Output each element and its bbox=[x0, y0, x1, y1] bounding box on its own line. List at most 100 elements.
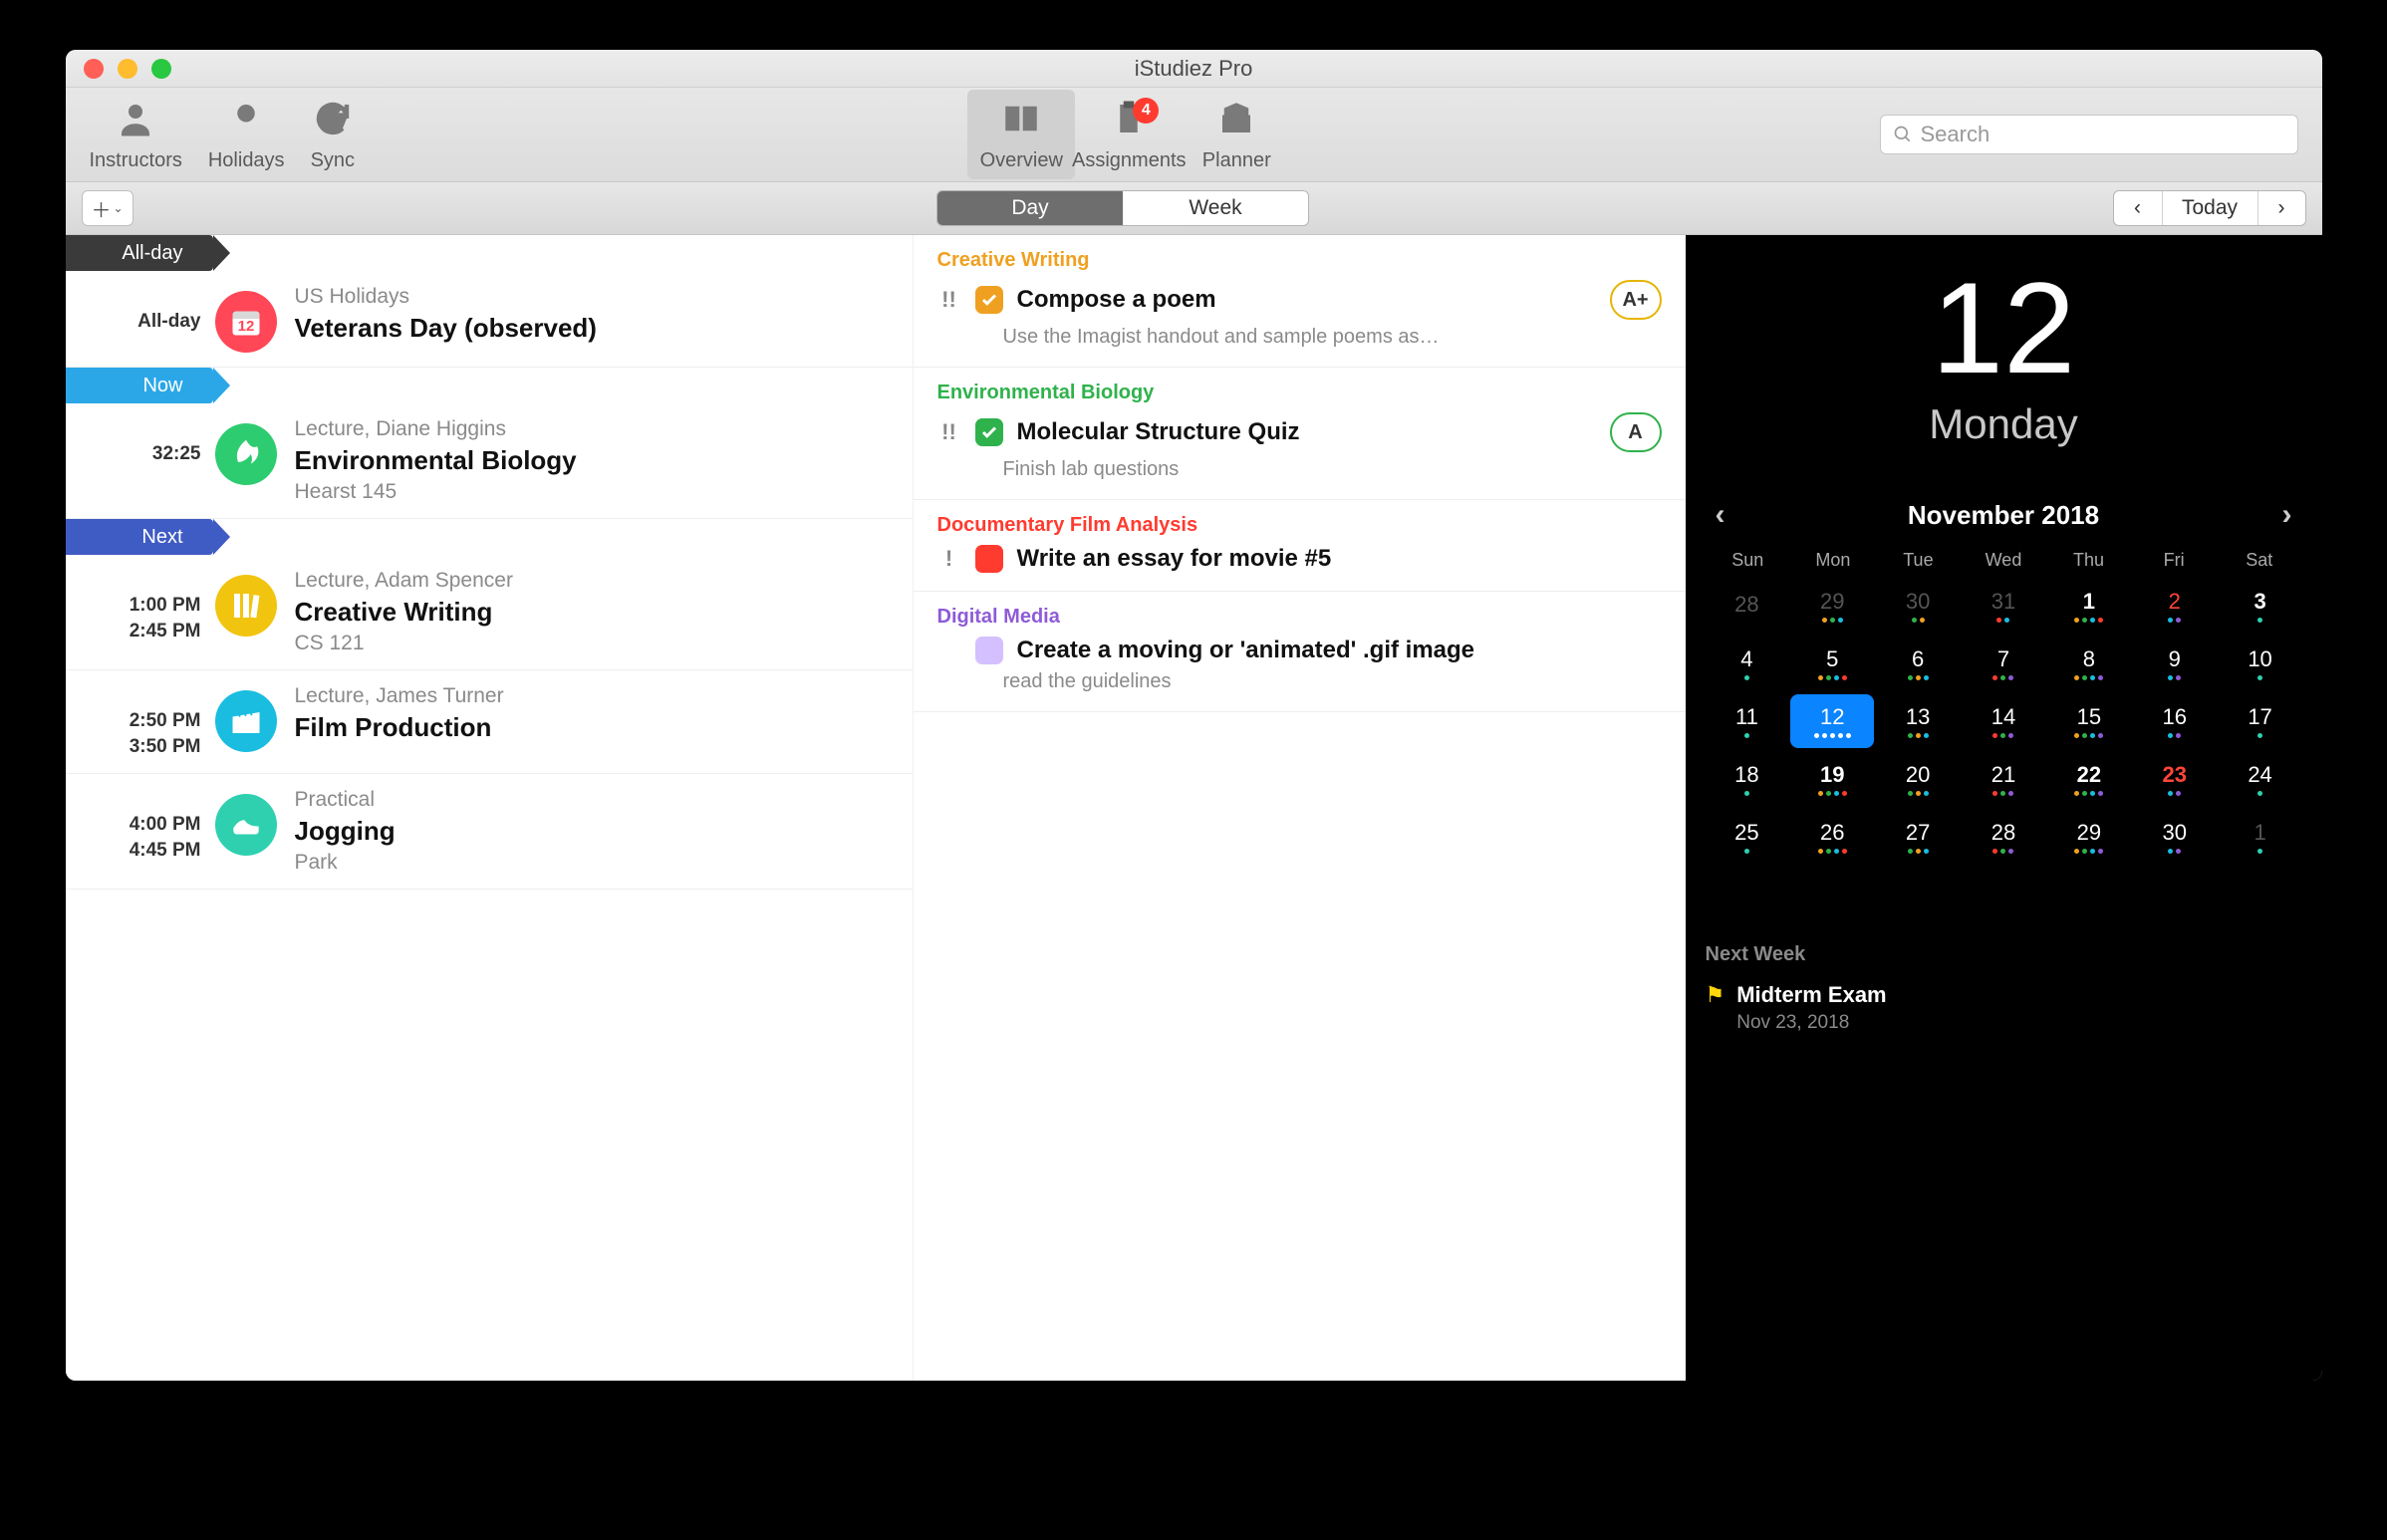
checkbox[interactable] bbox=[975, 286, 1003, 314]
calendar-day[interactable]: 18 bbox=[1706, 752, 1789, 806]
calendar-day[interactable]: 28 bbox=[1962, 810, 2045, 864]
event-dots bbox=[2257, 733, 2262, 738]
calendar-day[interactable]: 29 bbox=[2047, 810, 2131, 864]
toolbar-holidays[interactable]: Holidays bbox=[208, 98, 285, 172]
calendar-day[interactable]: 30 bbox=[2133, 810, 2217, 864]
marker-label: All-day bbox=[66, 235, 213, 271]
calendar-day[interactable]: 27 bbox=[1876, 810, 1960, 864]
event-dots bbox=[2257, 791, 2262, 796]
weekday-label: Mon bbox=[1790, 550, 1876, 571]
calendar-header: ‹ November 2018 › bbox=[1706, 498, 2302, 532]
content: All-day All-day 12 US Holidays Veterans … bbox=[66, 235, 2322, 1381]
task-row[interactable]: Creative Writing !! Compose a poem A+ Us… bbox=[914, 235, 1686, 368]
next-week-section: Next Week ⚑ Midterm Exam Nov 23, 2018 bbox=[1706, 943, 2302, 1034]
instructors-icon bbox=[115, 98, 156, 145]
day-number: 28 bbox=[1734, 592, 1758, 618]
today-button[interactable]: Today bbox=[2162, 191, 2257, 225]
schedule-row[interactable]: 4:00 PM4:45 PM Practical Jogging Park bbox=[66, 774, 913, 890]
task-row[interactable]: Documentary Film Analysis ! Write an ess… bbox=[914, 500, 1686, 592]
tab-planner[interactable]: Planner bbox=[1183, 90, 1290, 179]
search-input[interactable]: Search bbox=[1880, 115, 2298, 154]
calendar-day[interactable]: 24 bbox=[2219, 752, 2302, 806]
add-button[interactable]: ＋ ⌄ bbox=[82, 190, 133, 226]
event-title: Film Production bbox=[295, 712, 895, 743]
upcoming-title: Midterm Exam bbox=[1736, 982, 1886, 1008]
calendar-day[interactable]: 8 bbox=[2047, 637, 2131, 690]
event-time: All-day bbox=[66, 285, 215, 335]
calendar-day[interactable]: 17 bbox=[2219, 694, 2302, 748]
day-number: 11 bbox=[1735, 704, 1758, 730]
prev-month-button[interactable]: ‹ bbox=[1716, 498, 1725, 532]
toolbar-sync[interactable]: Sync bbox=[311, 98, 355, 172]
event-dots bbox=[1992, 733, 2013, 738]
toolbar-instructors[interactable]: Instructors bbox=[90, 98, 182, 172]
event-dots bbox=[1744, 791, 1749, 796]
calendar-day[interactable]: 7 bbox=[1962, 637, 2045, 690]
event-dots bbox=[1992, 849, 2013, 854]
task-row[interactable]: Digital Media Create a moving or 'animat… bbox=[914, 592, 1686, 712]
calendar-day[interactable]: 6 bbox=[1876, 637, 1960, 690]
calendar-day[interactable]: 29 bbox=[1790, 579, 1874, 633]
calendar-day[interactable]: 4 bbox=[1706, 637, 1789, 690]
day-number: 16 bbox=[2162, 704, 2186, 730]
task-note: Use the Imagist handout and sample poems… bbox=[1003, 326, 1662, 349]
calendar-day[interactable]: 19 bbox=[1790, 752, 1874, 806]
weekday-label: Fri bbox=[2131, 550, 2217, 571]
event-dots bbox=[2074, 791, 2103, 796]
next-day-button[interactable]: › bbox=[2257, 191, 2305, 225]
calendar-day[interactable]: 21 bbox=[1962, 752, 2045, 806]
calendar-day[interactable]: 12 bbox=[1790, 694, 1874, 748]
calendar-day[interactable]: 15 bbox=[2047, 694, 2131, 748]
calendar-day[interactable]: 31 bbox=[1962, 579, 2045, 633]
segment-day[interactable]: Day bbox=[937, 191, 1123, 225]
calendar-day[interactable]: 1 bbox=[2219, 810, 2302, 864]
calendar-day[interactable]: 10 bbox=[2219, 637, 2302, 690]
event-location: CS 121 bbox=[295, 632, 895, 655]
calendar-day[interactable]: 16 bbox=[2133, 694, 2217, 748]
day-number: 13 bbox=[1906, 704, 1930, 730]
shoe-icon bbox=[215, 794, 277, 856]
books-icon bbox=[215, 575, 277, 637]
schedule-row[interactable]: All-day 12 US Holidays Veterans Day (obs… bbox=[66, 271, 913, 368]
calendar-day[interactable]: 13 bbox=[1876, 694, 1960, 748]
schedule-row[interactable]: 32:25 Lecture, Diane Higgins Environment… bbox=[66, 403, 913, 519]
task-title: Molecular Structure Quiz bbox=[1017, 418, 1596, 446]
calendar-day[interactable]: 5 bbox=[1790, 637, 1874, 690]
tab-overview[interactable]: Overview bbox=[967, 90, 1075, 179]
task-row[interactable]: Environmental Biology !! Molecular Struc… bbox=[914, 368, 1686, 500]
calendar-day[interactable]: 9 bbox=[2133, 637, 2217, 690]
svg-text:12: 12 bbox=[237, 318, 254, 335]
calendar-day[interactable]: 11 bbox=[1706, 694, 1789, 748]
calendar-day[interactable]: 26 bbox=[1790, 810, 1874, 864]
calendar-day[interactable]: 22 bbox=[2047, 752, 2131, 806]
checkbox[interactable] bbox=[975, 637, 1003, 664]
big-weekday: Monday bbox=[1706, 400, 2302, 448]
calendar-day[interactable]: 30 bbox=[1876, 579, 1960, 633]
calendar-day[interactable]: 14 bbox=[1962, 694, 2045, 748]
tab-assignments[interactable]: 4Assignments bbox=[1075, 90, 1183, 179]
calendar-day[interactable]: 23 bbox=[2133, 752, 2217, 806]
event-dots bbox=[2257, 849, 2262, 854]
calendar-day[interactable]: 2 bbox=[2133, 579, 2217, 633]
weekday-label: Wed bbox=[1961, 550, 2046, 571]
calendar-day[interactable]: 1 bbox=[2047, 579, 2131, 633]
upcoming-event[interactable]: ⚑ Midterm Exam Nov 23, 2018 bbox=[1706, 982, 2302, 1034]
calendar-day[interactable]: 20 bbox=[1876, 752, 1960, 806]
day-number: 21 bbox=[1991, 762, 2015, 788]
calendar-day[interactable]: 3 bbox=[2219, 579, 2302, 633]
schedule-row[interactable]: 2:50 PM3:50 PM Lecture, James Turner Fil… bbox=[66, 670, 913, 774]
overview-icon bbox=[1000, 98, 1042, 145]
event-dots bbox=[1818, 849, 1847, 854]
calendar-day[interactable]: 28 bbox=[1706, 579, 1789, 633]
checkbox[interactable] bbox=[975, 418, 1003, 446]
leaf-icon bbox=[215, 423, 277, 485]
schedule-row[interactable]: 1:00 PM2:45 PM Lecture, Adam Spencer Cre… bbox=[66, 555, 913, 670]
prev-day-button[interactable]: ‹ bbox=[2114, 191, 2162, 225]
segment-week[interactable]: Week bbox=[1123, 191, 1308, 225]
planner-icon bbox=[1215, 98, 1257, 145]
checkbox[interactable] bbox=[975, 545, 1003, 573]
day-number: 2 bbox=[2169, 589, 2181, 615]
clapper-icon bbox=[215, 690, 277, 752]
calendar-day[interactable]: 25 bbox=[1706, 810, 1789, 864]
next-month-button[interactable]: › bbox=[2281, 498, 2291, 532]
